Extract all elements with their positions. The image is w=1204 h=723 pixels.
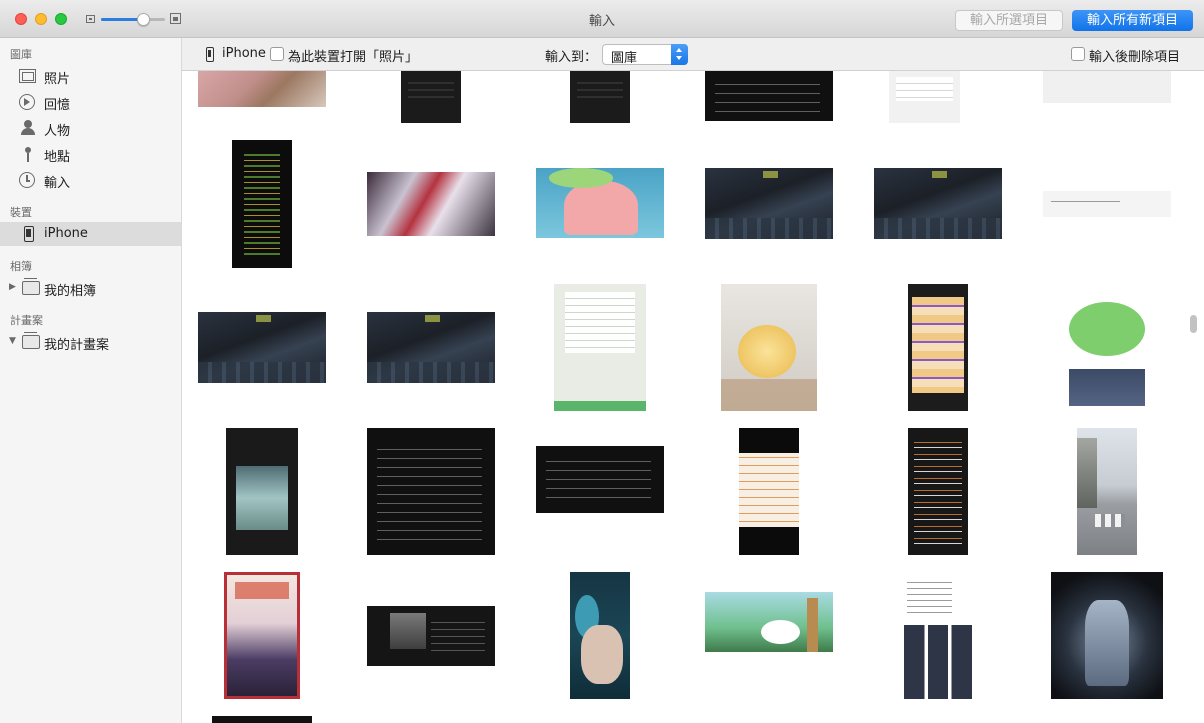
screenshot-thumbnail[interactable] (908, 428, 968, 555)
albums-section-header: 相簿 (10, 260, 32, 273)
image-thumbnail[interactable] (1051, 572, 1163, 699)
photo-thumbnail[interactable] (367, 172, 495, 236)
screenshot-thumbnail[interactable] (705, 71, 833, 121)
screenshot-thumbnail[interactable] (198, 312, 326, 383)
image-thumbnail[interactable] (536, 168, 664, 238)
screenshot-thumbnail[interactable] (232, 140, 292, 268)
photo-thumbnail[interactable] (721, 284, 817, 411)
screenshot-thumbnail[interactable] (570, 71, 630, 123)
select-arrows-icon (671, 44, 688, 65)
photo-thumbnail[interactable] (198, 71, 326, 107)
screenshot-thumbnail[interactable] (367, 312, 495, 383)
sidebar-item-label: 回憶 (44, 98, 71, 113)
screenshot-thumbnail[interactable] (908, 284, 968, 411)
library-section-header: 圖庫 (10, 48, 32, 61)
sidebar-item-label: iPhone (44, 226, 88, 241)
screenshot-thumbnail[interactable] (536, 446, 664, 513)
sidebar-item-label: 輸入 (44, 176, 71, 191)
sidebar-item-photos[interactable]: 照片 (0, 64, 181, 88)
sidebar-item-places[interactable]: 地點 (0, 142, 181, 166)
sidebar-item-iphone[interactable]: iPhone (0, 222, 181, 246)
screenshot-thumbnail[interactable] (1077, 428, 1137, 555)
delete-after-import-checkbox[interactable] (1071, 47, 1085, 61)
screenshot-thumbnail[interactable] (1043, 71, 1171, 103)
sidebar-item-label: 照片 (44, 72, 71, 87)
screenshot-thumbnail[interactable] (705, 168, 833, 239)
screenshot-thumbnail[interactable] (1043, 191, 1171, 217)
device-name: iPhone (222, 46, 266, 61)
screenshot-thumbnail[interactable] (739, 428, 799, 555)
sidebar: 圖庫 照片 回憶 人物 地點 輸入 裝置 iPhone 相簿 ▶ 我的相簿 計畫… (0, 38, 182, 723)
import-all-new-button[interactable]: 輸入所有新項目 (1072, 10, 1193, 31)
album-folder-icon (22, 278, 40, 295)
people-icon (19, 119, 39, 137)
project-folder-icon (22, 332, 40, 349)
projects-section-header: 計畫案 (10, 314, 43, 327)
image-thumbnail[interactable] (705, 592, 833, 652)
import-destination-value: 圖庫 (611, 51, 638, 66)
open-photos-checkbox[interactable] (270, 47, 284, 61)
sidebar-item-label: 人物 (44, 124, 71, 139)
sidebar-item-my-projects[interactable]: ▼ 我的計畫案 (0, 330, 181, 354)
sidebar-item-memories[interactable]: 回憶 (0, 90, 181, 114)
iphone-icon (24, 226, 34, 242)
photos-icon (19, 69, 36, 83)
open-photos-label[interactable]: 為此裝置打開「照片」 (288, 46, 418, 65)
import-window: 輸入 輸入所選項目 輸入所有新項目 圖庫 照片 回憶 人物 地點 輸入 裝置 i… (0, 0, 1204, 723)
photo-grid (182, 71, 1204, 723)
title-bar: 輸入 輸入所選項目 輸入所有新項目 (0, 0, 1204, 38)
image-thumbnail[interactable] (1043, 281, 1171, 411)
places-icon (19, 145, 39, 163)
photo-thumbnail[interactable] (212, 716, 312, 723)
screenshot-thumbnail[interactable] (401, 71, 461, 123)
delete-after-import-label[interactable]: 輸入後刪除項目 (1089, 46, 1180, 65)
screenshot-thumbnail[interactable] (367, 428, 495, 555)
photo-thumbnail[interactable] (367, 606, 495, 666)
sidebar-item-my-albums[interactable]: ▶ 我的相簿 (0, 276, 181, 300)
import-to-label: 輸入到： (545, 50, 598, 65)
memories-icon (19, 94, 35, 110)
sidebar-item-label: 我的計畫案 (44, 338, 110, 353)
import-destination-select[interactable]: 圖庫 (602, 44, 688, 66)
import-toolbar: iPhone 為此裝置打開「照片」 輸入到： 圖庫 輸入後刪除項目 (182, 38, 1204, 71)
screenshot-thumbnail[interactable] (226, 428, 298, 555)
sidebar-item-imports[interactable]: 輸入 (0, 168, 181, 192)
import-selected-button[interactable]: 輸入所選項目 (955, 10, 1063, 31)
screenshot-thumbnail[interactable] (570, 572, 630, 699)
imports-icon (19, 172, 35, 188)
screenshot-thumbnail[interactable] (904, 572, 972, 699)
vertical-scrollbar[interactable] (1190, 315, 1197, 333)
screenshot-thumbnail[interactable] (554, 284, 646, 411)
devices-section-header: 裝置 (10, 206, 32, 219)
screenshot-thumbnail[interactable] (874, 168, 1002, 239)
sidebar-item-label: 我的相簿 (44, 284, 97, 299)
disclosure-triangle-icon[interactable]: ▶ (9, 282, 16, 292)
sidebar-item-label: 地點 (44, 150, 71, 165)
screenshot-thumbnail[interactable] (889, 71, 960, 123)
image-thumbnail[interactable] (224, 572, 300, 699)
iphone-icon (206, 47, 214, 62)
sidebar-item-people[interactable]: 人物 (0, 116, 181, 140)
disclosure-triangle-icon[interactable]: ▼ (9, 336, 16, 346)
